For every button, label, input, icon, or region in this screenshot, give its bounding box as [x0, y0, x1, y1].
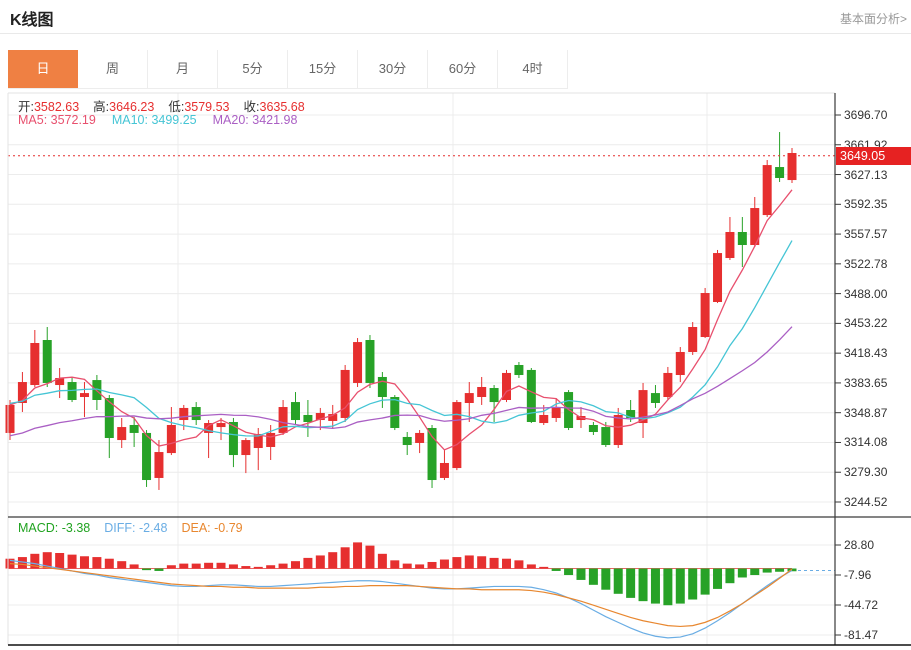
diff-label: DIFF:	[104, 521, 139, 535]
diff-value: -2.48	[139, 521, 168, 535]
ma20-value: 3421.98	[252, 113, 297, 127]
axis-tick-label: 3592.35	[844, 197, 908, 211]
axis-tick-label: 3522.78	[844, 257, 908, 271]
axis-tick-label: -7.96	[844, 568, 908, 582]
ma5-label: MA5:	[18, 113, 51, 127]
axis-tick-label: 3557.57	[844, 227, 908, 241]
low-value: 3579.53	[184, 100, 229, 114]
ma20-label: MA20:	[213, 113, 253, 127]
close-label: 收:	[244, 100, 260, 114]
open-label: 开:	[18, 100, 34, 114]
open-value: 3582.63	[34, 100, 79, 114]
ma10-value: 3499.25	[151, 113, 196, 127]
axis-tick-label: 28.80	[844, 538, 908, 552]
axis-tick-label: -81.47	[844, 628, 908, 642]
axis-tick-label: 3488.00	[844, 287, 908, 301]
axis-tick-label: 3314.08	[844, 435, 908, 449]
high-label: 高:	[93, 100, 109, 114]
axis-tick-label: 3279.30	[844, 465, 908, 479]
dea-label: DEA:	[181, 521, 214, 535]
ma10-label: MA10:	[112, 113, 152, 127]
dea-value: -0.79	[214, 521, 243, 535]
axis-tick-label: 3696.70	[844, 108, 908, 122]
ma-readout: MA5: 3572.19 MA10: 3499.25 MA20: 3421.98	[18, 113, 313, 127]
chart-area[interactable]: 开:3582.63 高:3646.23 低:3579.53 收:3635.68 MA5…	[0, 0, 911, 650]
kline-widget: K线图 基本面分析> 日 周 月 5分 15分 30分 60分 4时 开:358…	[0, 0, 911, 650]
ma5-value: 3572.19	[51, 113, 96, 127]
axis-tick-label: 3418.43	[844, 346, 908, 360]
axis-tick-label: 3453.22	[844, 316, 908, 330]
macd-readout: MACD: -3.38 DIFF: -2.48 DEA: -0.79	[18, 521, 257, 535]
low-label: 低:	[168, 100, 184, 114]
axis-tick-label: 3348.87	[844, 406, 908, 420]
high-value: 3646.23	[109, 100, 154, 114]
axis-tick-label: 3383.65	[844, 376, 908, 390]
axis-tick-label: -44.72	[844, 598, 908, 612]
current-price-badge: 3649.05	[836, 147, 911, 165]
axis-tick-label: 3627.13	[844, 168, 908, 182]
macd-label: MACD:	[18, 521, 62, 535]
axis-tick-label: 3244.52	[844, 495, 908, 509]
close-value: 3635.68	[260, 100, 305, 114]
macd-value: -3.38	[62, 521, 91, 535]
